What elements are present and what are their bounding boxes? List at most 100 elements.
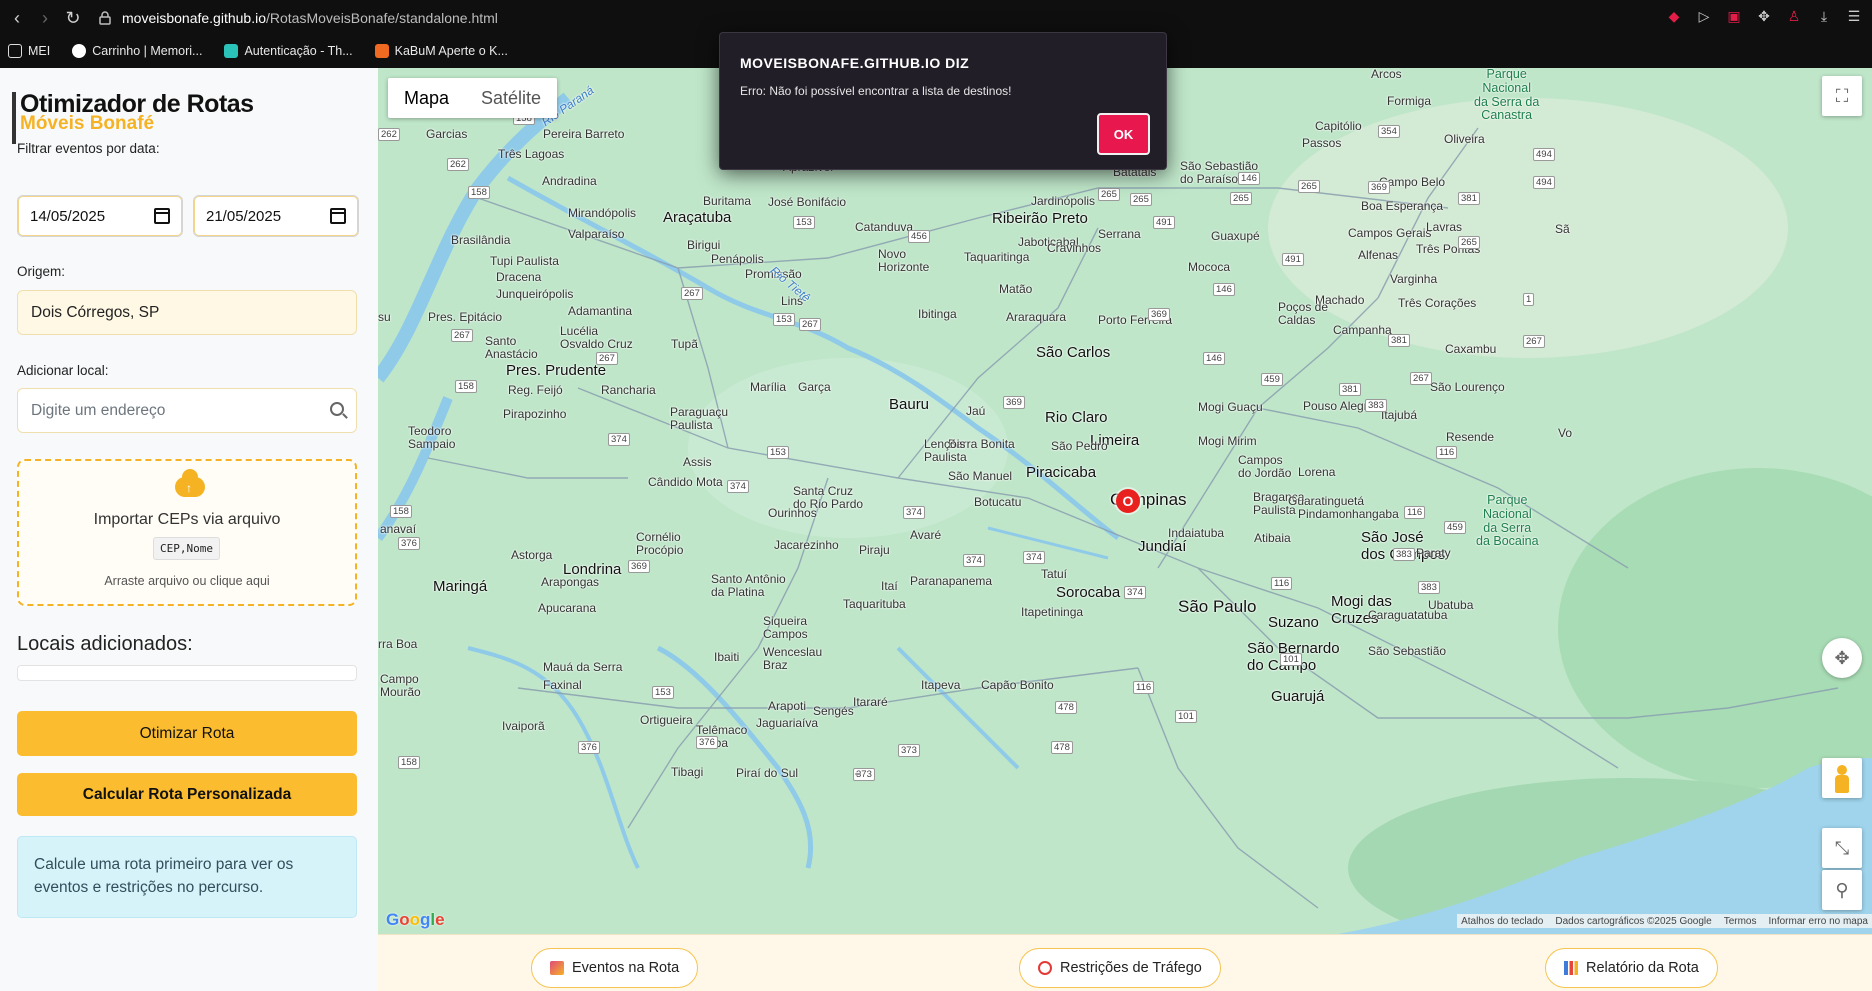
city-label: Paraguaçu Paulista [670,405,729,433]
extension-badge-icon[interactable]: ▣ [1724,6,1744,26]
city-label: Campanha [1333,323,1392,337]
city-label: Ibaiti [714,650,740,664]
city-label: rra Boa [378,637,418,651]
city-label: José Bonifácio [768,195,847,209]
fullscreen-icon[interactable]: ⛶ [1822,76,1862,116]
road-shield: 265 [1130,193,1152,206]
pegman-body [1835,775,1849,793]
forward-icon[interactable]: › [34,7,56,29]
city-label: Lavras [1426,220,1463,234]
date-filter-label: Filtrar eventos por data: [17,141,160,156]
play-icon[interactable]: ▷ [1694,6,1714,26]
address-bar[interactable]: moveisbonafe.github.io/RotasMoveisBonafe… [98,10,498,26]
profile-icon[interactable]: ♙ [1784,6,1804,26]
pegman-head [1837,765,1847,775]
city-label: Indaiatuba [1168,526,1225,540]
city-label: Assis [683,455,712,469]
city-label: Itapetininga [1021,605,1084,619]
city-label: Lorena [1298,465,1336,479]
road-shield: 381 [1339,383,1361,396]
events-on-route-button[interactable]: Eventos na Rota [531,948,699,988]
traffic-restrictions-button[interactable]: Restrições de Tráfego [1019,948,1221,988]
city-label: Siqueira Campos [763,614,808,642]
origin-input[interactable]: Dois Córregos, SP [17,290,357,335]
road-shield: 491 [1282,253,1304,266]
site-icon [72,44,87,58]
road-shield: 267 [681,287,703,300]
city-label: Ourinhos [768,506,817,520]
download-icon[interactable]: ⤓ [1814,6,1834,26]
alert-dialog: MOVEISBONAFE.GITHUB.IO DIZ Erro: Não foi… [719,32,1167,170]
city-label: Jacarezinho [774,538,839,552]
road-shield: 376 [578,741,600,754]
road-shield: 374 [727,480,749,493]
road-shield: 262 [378,128,400,141]
dialog-ok-button[interactable]: OK [1097,113,1150,155]
city-label: su [378,310,391,324]
city-label: Serrana [1098,227,1141,241]
city-label: Oliveira [1444,132,1485,146]
street-view-pegman-icon[interactable] [1822,758,1862,798]
custom-route-button[interactable]: Calcular Rota Personalizada [17,773,357,816]
road-shield: 267 [799,318,821,331]
city-label: Araraquara [1006,310,1067,324]
road-shield: 494 [1533,148,1555,161]
locations-list [17,665,357,681]
city-label: Junqueirópolis [496,287,574,301]
calendar-icon[interactable] [330,208,346,224]
bookmark-carrinho[interactable]: Carrinho | Memori... [72,44,202,58]
bookmarks-bar: MEI Carrinho | Memori... Autenticação - … [0,36,522,66]
city-label: Apucarana [538,601,597,615]
city-label: Adamantina [568,304,633,318]
pocket-icon[interactable]: ◆ [1664,6,1684,26]
terms-link[interactable]: Termos [1724,916,1757,927]
road-shield: 374 [903,506,925,519]
road-shield: 459 [1444,521,1466,534]
road-shield: 153 [652,686,674,699]
city-label: Pirapozinho [503,407,567,421]
calendar-icon[interactable] [154,208,170,224]
city-label: Sã [1555,222,1570,236]
map-type-satellite[interactable]: Satélite [465,78,557,118]
origin-marker[interactable]: O [1116,489,1140,513]
city-label: Garcias [426,127,468,141]
location-pin-icon[interactable]: ⚲ [1822,870,1862,910]
city-label: Penápolis [711,252,764,266]
puzzle-icon[interactable]: ✥ [1754,6,1774,26]
no-entry-icon [1038,961,1052,975]
menu-icon[interactable]: ☰ [1844,6,1864,26]
report-error-link[interactable]: Informar erro no mapa [1769,916,1869,927]
city-label: Brasilândia [451,233,511,247]
road-shield: 153 [773,313,795,326]
keyboard-shortcuts-link[interactable]: Atalhos do teclado [1461,916,1543,927]
reload-icon[interactable]: ↻ [62,7,84,29]
optimize-route-button[interactable]: Otimizar Rota [17,711,357,756]
city-label: Cravinhos [1047,241,1102,255]
city-label: Alfenas [1358,248,1399,262]
bookmark-mei[interactable]: MEI [8,44,50,58]
back-icon[interactable]: ‹ [6,7,28,29]
bookmark-autenticacao[interactable]: Autenticação - Th... [224,44,353,58]
city-label: Boa Esperança [1361,199,1444,213]
extension-icons: ◆ ▷ ▣ ✥ ♙ ⤓ ☰ [1664,6,1864,26]
end-date-input[interactable]: 21/05/2025 [193,195,359,237]
city-label: São Carlos [1036,344,1111,361]
map-type-map[interactable]: Mapa [388,78,465,118]
city-label: Jardinópolis [1031,194,1096,208]
road-shield: 373 [898,744,920,757]
city-label: Ortigueira [640,713,693,727]
route-report-button[interactable]: Relatório da Rota [1545,948,1718,988]
city-label: Capitólio [1315,119,1362,133]
city-label: Vo [1558,426,1573,440]
camera-control-icon[interactable]: ✥ [1822,638,1862,678]
city-label: Campo Mourão [380,672,421,700]
start-date-input[interactable]: 14/05/2025 [17,195,183,237]
city-label: São Manuel [948,469,1013,483]
bookmark-kabum[interactable]: KaBuM Aperte o K... [374,44,508,58]
city-label: Três Lagoas [498,147,565,161]
address-search-input[interactable]: Digite um endereço [17,388,357,433]
city-label: Guarujá [1271,688,1325,705]
collapse-icon[interactable]: ⤡ [1822,828,1862,868]
file-dropzone[interactable]: ↑ Importar CEPs via arquivo CEP,Nome Arr… [17,459,357,606]
map[interactable]: Franca Ribeirão Preto São Carlos Rio Cla… [378,68,1872,934]
